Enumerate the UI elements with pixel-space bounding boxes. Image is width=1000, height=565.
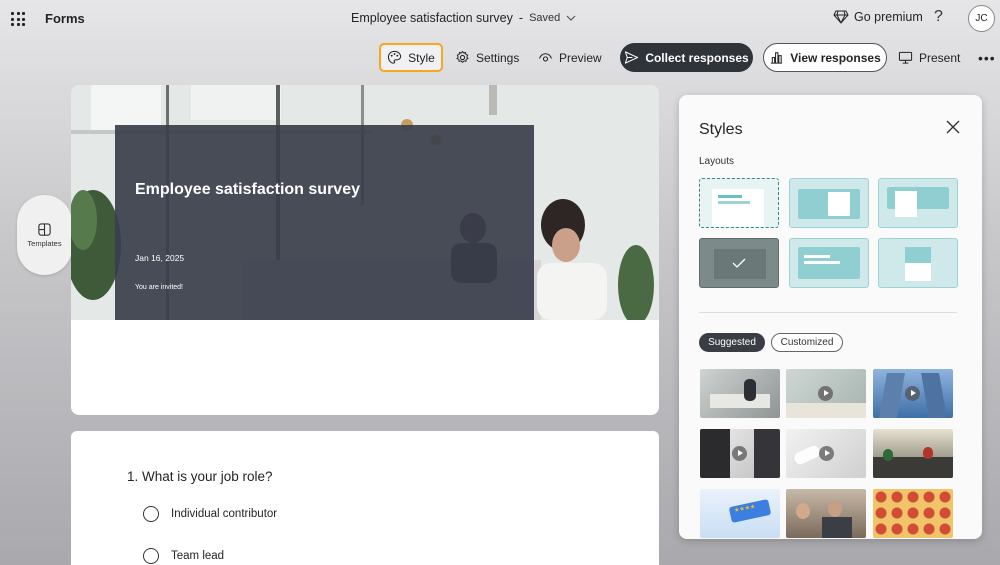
- option-label: Individual contributor: [171, 508, 278, 520]
- chart-icon: [771, 52, 783, 64]
- option-team-lead[interactable]: Team lead: [143, 548, 224, 564]
- divider: [699, 312, 957, 313]
- save-status: Saved: [529, 12, 561, 24]
- view-responses-label: View responses: [790, 50, 881, 65]
- go-premium-label: Go premium: [854, 10, 923, 24]
- layout-option-2[interactable]: [789, 178, 869, 228]
- present-label: Present: [919, 50, 961, 65]
- view-responses-button[interactable]: View responses: [763, 43, 887, 72]
- theme-thumbnail-4[interactable]: [700, 429, 780, 478]
- theme-thumbnail-1[interactable]: [700, 369, 780, 418]
- gear-icon: [456, 50, 469, 64]
- form-description[interactable]: You are invited!: [135, 284, 183, 291]
- present-button[interactable]: Present: [898, 43, 960, 72]
- tab-suggested[interactable]: Suggested: [699, 333, 765, 352]
- radio-button[interactable]: [143, 506, 159, 522]
- app-name[interactable]: Forms: [45, 11, 85, 26]
- collect-responses-button[interactable]: Collect responses: [620, 43, 753, 72]
- play-icon: [905, 386, 920, 401]
- styles-panel: Styles Layouts Suggested Customized ★★★★: [679, 95, 982, 539]
- preview-label: Preview: [559, 50, 602, 65]
- style-label: Style: [408, 50, 435, 65]
- layout-option-1[interactable]: [699, 178, 779, 228]
- theme-thumbnail-3[interactable]: [873, 369, 953, 418]
- option-label: Team lead: [171, 550, 225, 562]
- option-individual-contributor[interactable]: Individual contributor: [143, 506, 277, 522]
- play-icon: [732, 446, 747, 461]
- waffle-icon[interactable]: [11, 12, 25, 26]
- theme-thumbnail-2[interactable]: [786, 369, 866, 418]
- settings-button[interactable]: Settings: [455, 43, 519, 72]
- radio-button[interactable]: [143, 548, 159, 564]
- theme-thumbnail-6[interactable]: [873, 429, 953, 478]
- form-title[interactable]: Employee satisfaction survey: [135, 181, 360, 199]
- style-button[interactable]: Style: [379, 43, 443, 72]
- help-button[interactable]: ?: [934, 8, 943, 26]
- go-premium-button[interactable]: Go premium: [833, 10, 923, 24]
- eye-icon: [538, 53, 553, 62]
- form-date: Jan 16, 2025: [135, 253, 185, 263]
- preview-button[interactable]: Preview: [538, 43, 602, 72]
- theme-thumbnail-9[interactable]: [873, 489, 953, 538]
- toolbar: Style Settings Preview Collect responses…: [0, 43, 1000, 73]
- question-text: 1. What is your job role?: [127, 469, 273, 484]
- chevron-down-icon[interactable]: [566, 13, 576, 23]
- play-icon: [819, 446, 834, 461]
- check-icon: [732, 258, 746, 268]
- header-background-image: Employee satisfaction survey Jan 16, 202…: [71, 85, 659, 320]
- header-overlay: Employee satisfaction survey Jan 16, 202…: [115, 125, 534, 320]
- question-card[interactable]: 1. What is your job role? Individual con…: [71, 431, 659, 565]
- diamond-icon: [833, 10, 849, 24]
- theme-thumbnail-8[interactable]: [786, 489, 866, 538]
- layouts-label: Layouts: [699, 156, 735, 167]
- palette-icon: [388, 50, 402, 64]
- monitor-icon: [898, 51, 913, 64]
- styles-panel-title: Styles: [699, 121, 743, 138]
- tab-customized[interactable]: Customized: [771, 333, 843, 352]
- templates-icon: [38, 223, 51, 236]
- layout-option-5[interactable]: [789, 238, 869, 288]
- document-title[interactable]: Employee satisfaction survey: [351, 11, 513, 25]
- close-icon[interactable]: [945, 119, 961, 135]
- top-bar: Forms Employee satisfaction survey - Sav…: [0, 0, 1000, 38]
- settings-label: Settings: [476, 50, 520, 65]
- send-icon: [625, 51, 639, 64]
- templates-label: Templates: [27, 239, 62, 248]
- title-separator: -: [518, 11, 524, 25]
- layout-option-6[interactable]: [878, 238, 958, 288]
- form-header-card[interactable]: Employee satisfaction survey Jan 16, 202…: [71, 85, 659, 415]
- layout-option-3[interactable]: [878, 178, 958, 228]
- more-options-button[interactable]: •••: [978, 43, 996, 72]
- avatar[interactable]: JC: [968, 5, 995, 32]
- collect-responses-label: Collect responses: [645, 50, 749, 65]
- theme-thumbnail-7[interactable]: ★★★★: [700, 489, 780, 538]
- play-icon: [818, 386, 833, 401]
- layout-option-4[interactable]: [699, 238, 779, 288]
- document-title-area[interactable]: Employee satisfaction survey - Saved: [351, 11, 576, 25]
- theme-thumbnail-5[interactable]: [786, 429, 866, 478]
- templates-button[interactable]: Templates: [17, 195, 72, 275]
